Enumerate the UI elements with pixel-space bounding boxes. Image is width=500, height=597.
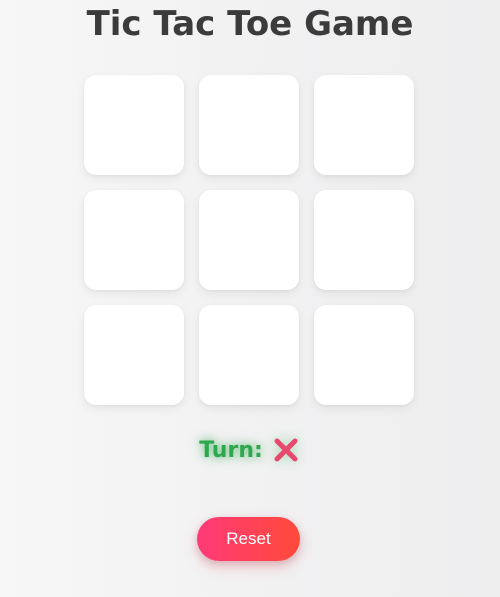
board-cell-6[interactable] <box>314 190 414 290</box>
reset-button[interactable]: Reset <box>197 517 300 561</box>
board-cell-4[interactable] <box>84 190 184 290</box>
board-cell-5[interactable] <box>199 190 299 290</box>
board-cell-8[interactable] <box>199 305 299 405</box>
board-cell-2[interactable] <box>199 75 299 175</box>
game-board <box>84 75 414 405</box>
board-cell-9[interactable] <box>314 305 414 405</box>
cross-mark-icon <box>271 435 301 465</box>
page-title: Tic Tac Toe Game <box>86 4 414 44</box>
board-cell-3[interactable] <box>314 75 414 175</box>
board-cell-1[interactable] <box>84 75 184 175</box>
turn-label: Turn: <box>199 437 263 463</box>
board-cell-7[interactable] <box>84 305 184 405</box>
turn-indicator: Turn: <box>0 432 500 468</box>
